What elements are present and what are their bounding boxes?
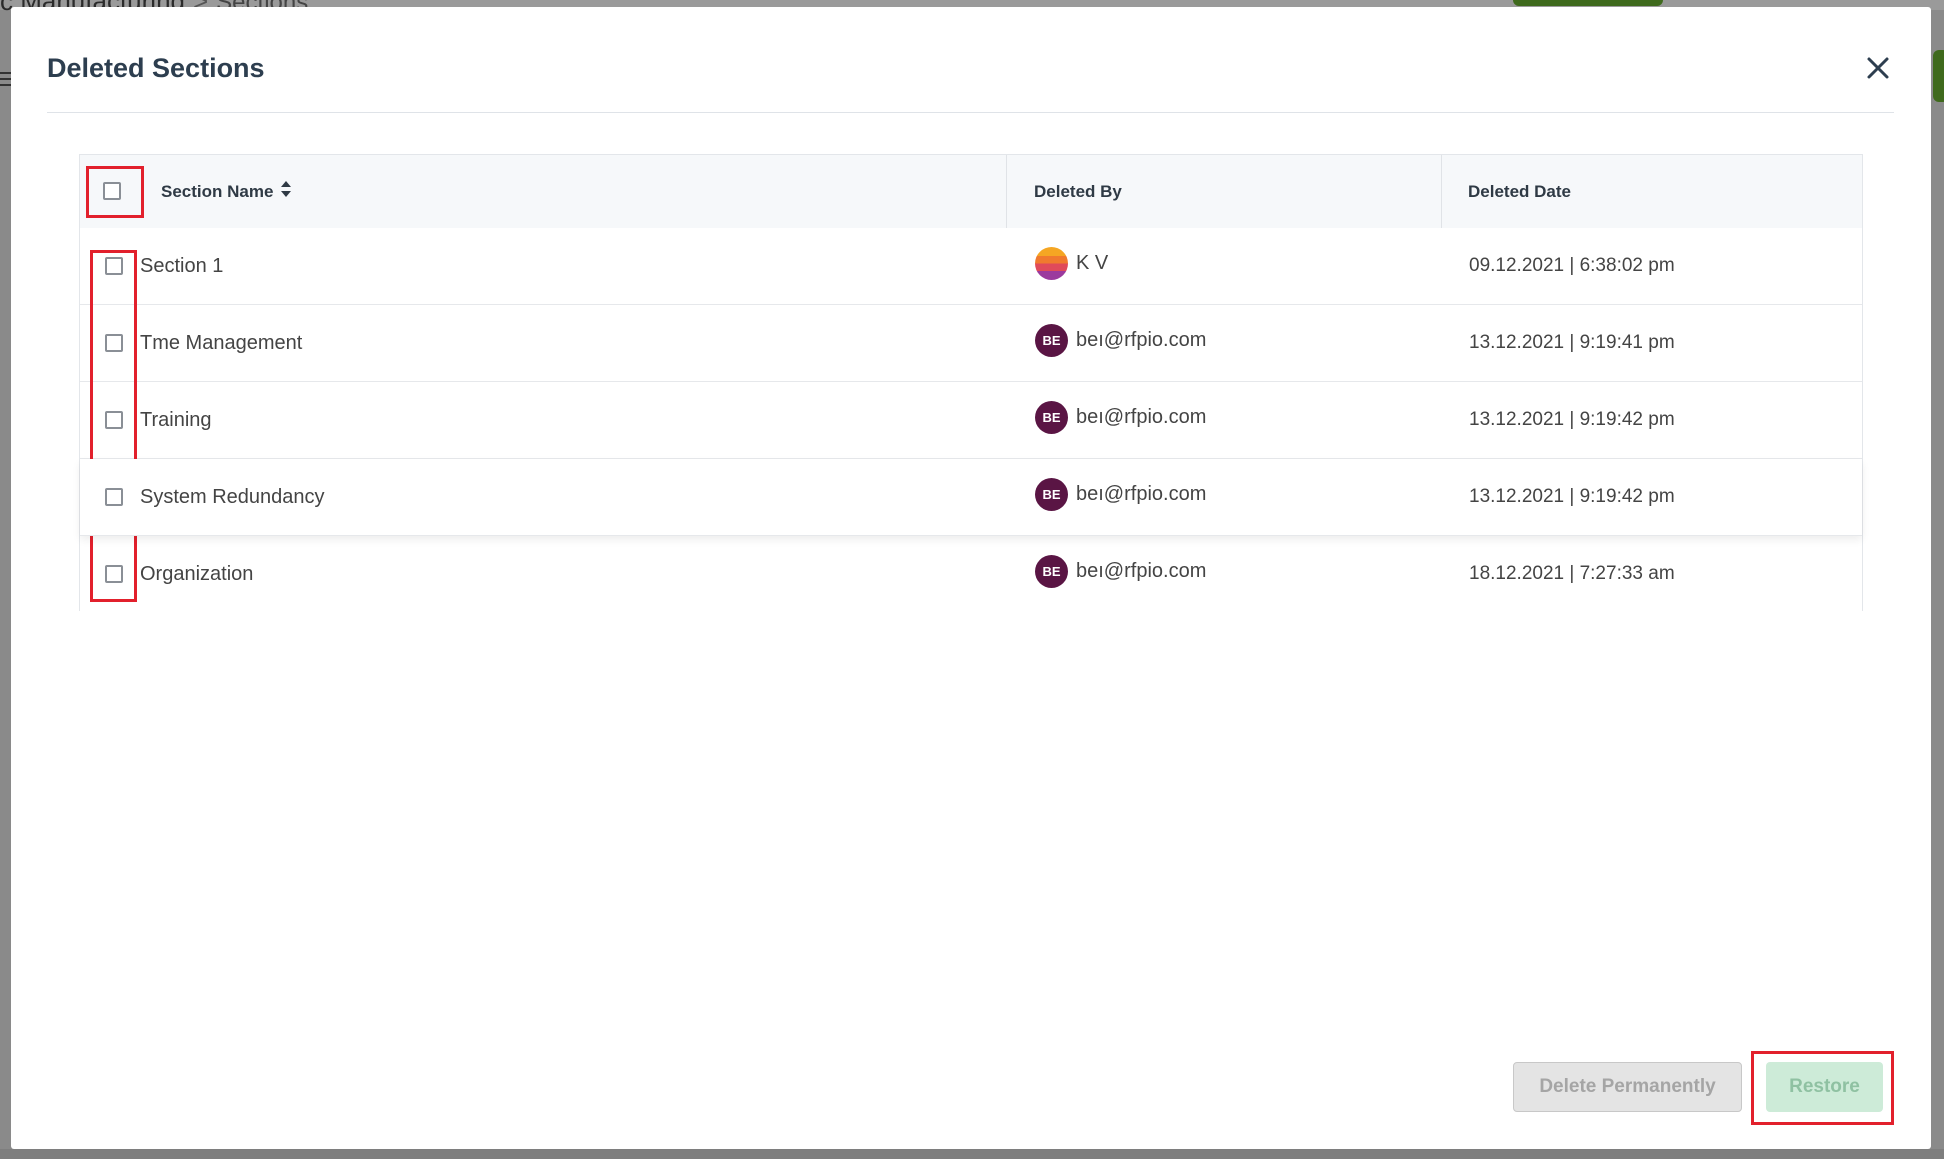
restore-button[interactable]: Restore — [1766, 1062, 1883, 1112]
deleted-by: K V — [1035, 228, 1108, 298]
section-name: Section 1 — [140, 254, 224, 277]
deleted-by: BE beı@rfpio.com — [1035, 305, 1206, 375]
background-side-button — [1933, 50, 1944, 102]
table-row[interactable]: Organization BE beı@rfpio.com 18.12.2021… — [80, 536, 1862, 612]
section-name: System Redundancy — [140, 485, 325, 508]
column-divider — [1441, 155, 1442, 228]
deleted-by-user: beı@rfpio.com — [1076, 328, 1207, 351]
background-primary-button — [1513, 0, 1663, 6]
avatar: BE — [1035, 477, 1068, 511]
section-name: Tme Management — [140, 331, 303, 354]
modal-divider — [47, 112, 1894, 113]
deleted-date: 18.12.2021 | 7:27:33 am — [1469, 563, 1675, 584]
row-checkbox[interactable] — [105, 411, 123, 429]
avatar: BE — [1035, 400, 1068, 434]
avatar — [1035, 246, 1068, 280]
table-row[interactable]: Tme Management BE beı@rfpio.com 13.12.20… — [80, 305, 1862, 382]
sort-icon[interactable] — [280, 180, 292, 203]
row-checkbox[interactable] — [105, 334, 123, 352]
deleted-by-user: beı@rfpio.com — [1076, 405, 1207, 428]
deleted-by-user: beı@rfpio.com — [1076, 559, 1207, 582]
column-deleted-by: Deleted By — [1034, 155, 1122, 228]
section-name: Training — [140, 408, 212, 431]
section-name: Organization — [140, 562, 254, 585]
modal-title: Deleted Sections — [47, 53, 265, 83]
deleted-date: 13.12.2021 | 9:19:42 pm — [1469, 409, 1675, 430]
column-deleted-date: Deleted Date — [1468, 155, 1571, 228]
deleted-by: BE beı@rfpio.com — [1035, 459, 1206, 529]
deleted-by: BE beı@rfpio.com — [1035, 382, 1206, 452]
background-bottom-strip — [0, 1149, 1944, 1159]
avatar: BE — [1035, 323, 1068, 357]
row-checkbox[interactable] — [105, 257, 123, 275]
deleted-date: 13.12.2021 | 9:19:42 pm — [1469, 486, 1675, 507]
deleted-by-user: K V — [1076, 251, 1109, 274]
deleted-date: 09.12.2021 | 6:38:02 pm — [1469, 255, 1675, 276]
deleted-by-user: beı@rfpio.com — [1076, 482, 1207, 505]
column-deleted-by-label: Deleted By — [1034, 181, 1122, 201]
row-checkbox[interactable] — [105, 488, 123, 506]
table-row[interactable]: System Redundancy BE beı@rfpio.com 13.12… — [80, 459, 1862, 536]
select-all-checkbox[interactable] — [103, 182, 121, 200]
deleted-date: 13.12.2021 | 9:19:41 pm — [1469, 332, 1675, 353]
column-section-name[interactable]: Section Name — [161, 155, 292, 228]
column-section-name-label: Section Name — [161, 181, 274, 201]
deleted-by: BE beı@rfpio.com — [1035, 536, 1206, 606]
table-row[interactable]: Section 1 K V 09.12.2021 | 6:38:02 pm — [80, 228, 1862, 305]
deleted-sections-modal: Deleted Sections Section Name Deleted By… — [11, 7, 1931, 1149]
column-deleted-date-label: Deleted Date — [1468, 181, 1571, 201]
delete-permanently-button[interactable]: Delete Permanently — [1513, 1062, 1742, 1112]
table-row[interactable]: Training BE beı@rfpio.com 13.12.2021 | 9… — [80, 382, 1862, 459]
column-divider — [1006, 155, 1007, 228]
row-checkbox[interactable] — [105, 565, 123, 583]
deleted-sections-table: Section Name Deleted By Deleted Date Sec — [79, 154, 1863, 612]
table-header: Section Name Deleted By Deleted Date — [80, 155, 1862, 229]
close-icon[interactable] — [1863, 53, 1893, 83]
avatar: BE — [1035, 554, 1068, 588]
